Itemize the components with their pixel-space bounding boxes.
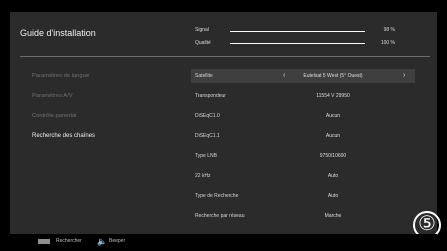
lnb-type-label: Type LNB (195, 153, 217, 159)
signal-level-bar (230, 31, 365, 32)
diseqc11-label: DiSEqC1.1 (195, 133, 220, 139)
diseqc10-label: DiSEqC1.0 (195, 113, 220, 119)
transponder-value: 11554 V 29950 (316, 93, 350, 99)
search-type-row[interactable]: Type de Recherche Auto (191, 189, 415, 203)
22khz-row[interactable]: 22 kHz Auto (191, 169, 415, 183)
menu-item-channel-search[interactable]: Recherche des chaînes (32, 130, 182, 142)
search-type-label: Type de Recherche (195, 193, 239, 199)
transponder-label: Transpondeur (195, 93, 226, 99)
signal-label: Signal (195, 27, 209, 33)
lnb-type-row[interactable]: Type LNB 9750/10600 (191, 149, 415, 163)
speaker-icon: 🔈 (97, 237, 107, 246)
color-key-icon (38, 239, 50, 244)
beeper-button-label: Beeper (109, 237, 126, 244)
satellite-label: Satellite (195, 73, 213, 79)
lnb-type-value: 9750/10600 (319, 153, 347, 159)
diseqc11-row[interactable]: DiSEqC1.1 Aucun (191, 129, 415, 143)
transponder-row[interactable]: Transpondeur 11554 V 29950 (191, 89, 415, 103)
installation-screen: Guide d'installation Signal 98 % Qualité… (0, 0, 447, 251)
signal-value: 98 % (383, 27, 395, 33)
installation-panel: Guide d'installation Signal 98 % Qualité… (10, 12, 441, 239)
menu-item-av-settings[interactable]: Paramètres A/V (32, 90, 182, 102)
search-button-label: Rechercher (56, 237, 82, 244)
satellite-value: Eutelsat 5 West (5° Ouest) (303, 73, 363, 79)
search-type-value: Auto (327, 193, 339, 199)
search-settings-table: Satellite ‹ Eutelsat 5 West (5° Ouest) ›… (191, 69, 415, 229)
top-divider (20, 56, 430, 57)
footer-bar: Rechercher 🔈 Beeper (10, 234, 437, 251)
settings-menu: Paramètres de langue Paramètres A/V Cont… (32, 70, 182, 165)
quality-level-bar (230, 43, 365, 44)
menu-item-language-settings[interactable]: Paramètres de langue (32, 70, 182, 82)
diseqc11-value: Aucun (325, 133, 341, 139)
quality-value: 100 % (380, 40, 395, 46)
diseqc10-value: Aucun (325, 113, 341, 119)
chevron-right-icon[interactable]: › (403, 69, 405, 83)
page-title: Guide d'installation (20, 28, 96, 38)
22khz-value: Auto (327, 173, 339, 179)
network-search-row[interactable]: Recherche par réseau Marche (191, 209, 415, 223)
22khz-label: 22 kHz (195, 173, 211, 179)
diseqc10-row[interactable]: DiSEqC1.0 Aucun (191, 109, 415, 123)
network-search-value: Marche (324, 213, 342, 219)
menu-item-parental-control[interactable]: Contrôle parental (32, 110, 182, 122)
network-search-label: Recherche par réseau (195, 213, 245, 219)
quality-label: Qualité (195, 40, 211, 46)
satellite-row[interactable]: Satellite ‹ Eutelsat 5 West (5° Ouest) › (191, 69, 415, 83)
